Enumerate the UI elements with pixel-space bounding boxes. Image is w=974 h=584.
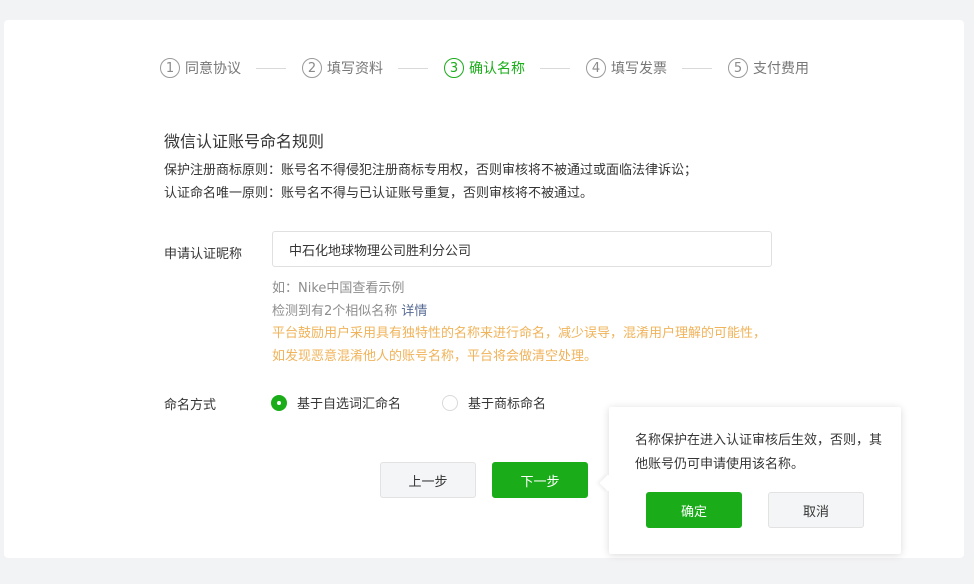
prev-step-button[interactable]: 上一步: [380, 462, 476, 498]
rules-title: 微信认证账号命名规则: [164, 132, 325, 151]
rule-trademark: 保护注册商标原则：账号名不得侵犯注册商标专用权，否则审核将不被通过或面临法律诉讼…: [164, 163, 698, 178]
step-label: 填写资料: [327, 61, 383, 77]
radio-label: 基于商标命名: [468, 397, 547, 412]
radio-checked-icon[interactable]: [271, 394, 287, 411]
confirm-button[interactable]: 确定: [646, 492, 742, 528]
step-label: 确认名称: [469, 61, 525, 77]
name-label: 申请认证昵称: [164, 247, 243, 262]
step-number: 5: [728, 58, 748, 78]
radio-label: 基于自选词汇命名: [297, 397, 402, 412]
rule-unique: 认证命名唯一原则：账号名不得与已认证账号重复，否则审核将不被通过。: [164, 186, 594, 201]
radio-trademark[interactable]: 基于商标命名: [442, 393, 546, 412]
step-separator: [398, 68, 428, 69]
step-payment: 5 支付费用: [728, 57, 809, 79]
progress-steps: 1 同意协议 2 填写资料 3 确认名称 4 填写发票 5 支付费用: [0, 57, 974, 79]
example-hint: 如：Nike中国查看示例: [272, 281, 405, 296]
next-step-button[interactable]: 下一步: [492, 462, 588, 498]
step-label: 填写发票: [611, 61, 667, 77]
similar-details-link[interactable]: 详情: [401, 304, 427, 319]
step-separator: [682, 68, 712, 69]
step-confirm-name: 3 确认名称: [444, 57, 525, 79]
radio-unchecked-icon[interactable]: [442, 394, 458, 411]
warning-line-2: 如发现恶意混淆他人的账号名称，平台将会做清空处理。: [272, 349, 598, 364]
step-agreement: 1 同意协议: [160, 57, 241, 79]
step-separator: [540, 68, 570, 69]
similar-hint: 检测到有2个相似名称: [272, 304, 398, 319]
popover-message: 名称保护在进入认证审核后生效，否则，其他账号仍可申请使用该名称。: [635, 433, 883, 472]
step-fill-info: 2 填写资料: [302, 57, 383, 79]
cancel-button[interactable]: 取消: [768, 492, 864, 528]
step-number: 1: [160, 58, 180, 78]
step-number: 4: [586, 58, 606, 78]
step-invoice: 4 填写发票: [586, 57, 667, 79]
warning-line-1: 平台鼓励用户采用具有独特性的名称来进行命名，减少误导，混淆用户理解的可能性，: [272, 326, 767, 341]
step-separator: [256, 68, 286, 69]
step-label: 同意协议: [185, 61, 241, 77]
confirm-popover: 名称保护在进入认证审核后生效，否则，其他账号仍可申请使用该名称。 确定 取消: [609, 407, 901, 554]
nickname-input[interactable]: [272, 231, 772, 267]
naming-method-label: 命名方式: [164, 398, 217, 413]
step-label: 支付费用: [753, 61, 809, 77]
step-number: 3: [444, 58, 464, 78]
radio-custom-words[interactable]: 基于自选词汇命名: [271, 393, 401, 412]
step-number: 2: [302, 58, 322, 78]
similar-hint-line: 检测到有2个相似名称 详情: [272, 300, 427, 319]
